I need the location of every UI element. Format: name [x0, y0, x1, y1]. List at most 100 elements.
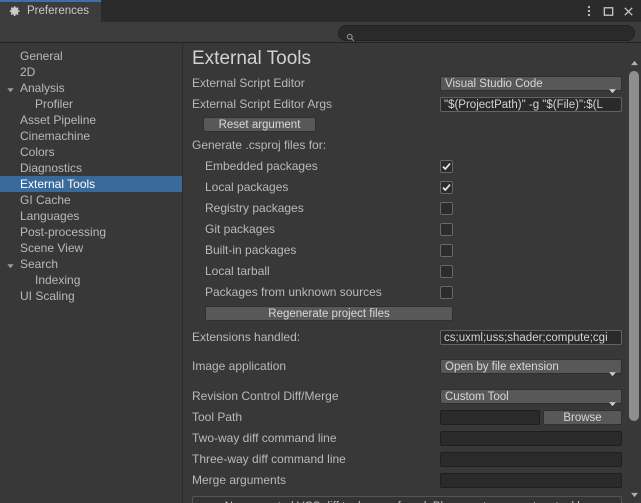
sidebar-item-ui-scaling[interactable]: UI Scaling: [0, 288, 182, 304]
sidebar-item-label: Colors: [20, 145, 55, 159]
more-options-icon[interactable]: [580, 1, 597, 21]
unknown-sources-label: Packages from unknown sources: [205, 285, 382, 299]
page-title: External Tools: [192, 48, 311, 69]
merge-arguments-label: Merge arguments: [192, 473, 287, 487]
git-packages-checkbox[interactable]: [440, 223, 453, 236]
scroll-up-arrow-icon[interactable]: [627, 57, 641, 69]
sidebar-item-general[interactable]: General: [0, 48, 182, 64]
sidebar-item-external-tools[interactable]: External Tools: [0, 176, 182, 192]
builtin-packages-label: Built-in packages: [205, 243, 297, 257]
checkrow-registry-packages: Registry packages: [184, 201, 622, 216]
revision-control-dropdown[interactable]: Custom Tool: [440, 389, 622, 404]
row-two-way-diff: Two-way diff command line: [184, 431, 622, 446]
sidebar-item-asset-pipeline[interactable]: Asset Pipeline: [0, 112, 182, 128]
checkrow-unknown-sources: Packages from unknown sources: [184, 285, 622, 300]
local-packages-checkbox[interactable]: [440, 181, 453, 194]
three-way-diff-label: Three-way diff command line: [192, 452, 346, 466]
sidebar-item-search[interactable]: Search: [0, 256, 182, 272]
local-tarball-checkbox[interactable]: [440, 265, 453, 278]
revision-control-label: Revision Control Diff/Merge: [192, 389, 339, 403]
row-regenerate: Regenerate project files: [184, 306, 622, 321]
sidebar: General 2D Analysis Profiler Asset Pipel…: [0, 43, 183, 503]
search-input[interactable]: [359, 26, 627, 40]
tab-label: Preferences: [27, 5, 90, 17]
merge-arguments-field[interactable]: [440, 473, 622, 488]
external-script-editor-args-field[interactable]: "$(ProjectPath)" -g "$(File)":$(L: [440, 97, 622, 112]
image-application-field[interactable]: Open by file extension: [440, 359, 622, 376]
sidebar-item-label: Post-processing: [20, 225, 107, 239]
unknown-sources-checkbox[interactable]: [440, 286, 453, 299]
builtin-packages-checkbox[interactable]: [440, 244, 453, 257]
sidebar-item-label: Analysis: [20, 81, 65, 95]
checkrow-local-tarball: Local tarball: [184, 264, 622, 279]
two-way-diff-field[interactable]: [440, 431, 622, 446]
maximize-icon[interactable]: [600, 1, 617, 21]
image-application-label: Image application: [192, 359, 287, 373]
embedded-packages-checkbox[interactable]: [440, 160, 453, 173]
image-application-dropdown[interactable]: Open by file extension: [440, 359, 622, 374]
row-revision-control: Revision Control Diff/Merge Custom Tool: [184, 389, 622, 406]
row-three-way-diff: Three-way diff command line: [184, 452, 622, 467]
sidebar-item-label: Languages: [20, 209, 80, 223]
tool-path-input[interactable]: [440, 410, 540, 425]
sidebar-item-analysis[interactable]: Analysis: [0, 80, 182, 96]
sidebar-item-label: 2D: [20, 65, 36, 79]
search-box[interactable]: [338, 25, 635, 41]
sidebar-item-diagnostics[interactable]: Diagnostics: [0, 160, 182, 176]
row-warning: No supported VCS diff tools were found. …: [184, 496, 622, 503]
tool-path-field[interactable]: [440, 410, 540, 425]
registry-packages-checkbox[interactable]: [440, 202, 453, 215]
chevron-down-icon[interactable]: [6, 260, 15, 269]
two-way-diff-input[interactable]: [440, 431, 622, 446]
row-merge-arguments: Merge arguments: [184, 473, 622, 488]
three-way-diff-input[interactable]: [440, 452, 622, 467]
row-external-script-editor-args: External Script Editor Args "$(ProjectPa…: [184, 97, 622, 112]
chevron-down-icon[interactable]: [6, 84, 15, 93]
main-scrollbar[interactable]: [627, 43, 641, 503]
sidebar-item-profiler[interactable]: Profiler: [0, 96, 182, 112]
checkrow-embedded-packages: Embedded packages: [184, 159, 622, 174]
row-external-script-editor: External Script Editor Visual Studio Cod…: [184, 76, 622, 93]
search-icon: [346, 29, 355, 41]
sidebar-item-label: Asset Pipeline: [20, 113, 97, 127]
sidebar-item-indexing[interactable]: Indexing: [0, 272, 182, 288]
external-script-editor-args-label: External Script Editor Args: [192, 97, 333, 111]
sidebar-item-label: Search: [20, 257, 59, 271]
sidebar-item-2d[interactable]: 2D: [0, 64, 182, 80]
scrollbar-track[interactable]: [629, 71, 639, 471]
external-script-editor-field[interactable]: Visual Studio Code: [440, 76, 622, 93]
extensions-handled-value: cs;uxml;uss;shader;compute;cgi: [444, 331, 608, 344]
sidebar-item-cinemachine[interactable]: Cinemachine: [0, 128, 182, 144]
extensions-handled-input[interactable]: cs;uxml;uss;shader;compute;cgi: [440, 330, 622, 345]
merge-arguments-input[interactable]: [440, 473, 622, 488]
scrollbar-thumb[interactable]: [629, 71, 639, 421]
row-tool-path: Tool Path Browse: [184, 410, 622, 425]
external-script-editor-dropdown[interactable]: Visual Studio Code: [440, 76, 622, 91]
sidebar-item-scene-view[interactable]: Scene View: [0, 240, 182, 256]
sidebar-item-gi-cache[interactable]: GI Cache: [0, 192, 182, 208]
scroll-down-arrow-icon[interactable]: [627, 489, 641, 501]
main-panel: External Tools External Script Editor Vi…: [184, 43, 641, 503]
checkrow-builtin-packages: Built-in packages: [184, 243, 622, 258]
browse-button[interactable]: Browse: [543, 410, 622, 425]
three-way-diff-field[interactable]: [440, 452, 622, 467]
sidebar-item-languages[interactable]: Languages: [0, 208, 182, 224]
sidebar-item-colors[interactable]: Colors: [0, 144, 182, 160]
git-packages-label: Git packages: [205, 222, 276, 236]
external-script-editor-args-input[interactable]: "$(ProjectPath)" -g "$(File)":$(L: [440, 97, 622, 112]
sidebar-item-label: Diagnostics: [20, 161, 83, 175]
tab-preferences[interactable]: Preferences: [0, 0, 102, 22]
external-script-editor-value: Visual Studio Code: [445, 77, 543, 90]
row-image-application: Image application Open by file extension: [184, 359, 622, 376]
vcs-warning-message: No supported VCS diff tools were found. …: [192, 496, 622, 503]
local-packages-label: Local packages: [205, 180, 289, 194]
reset-argument-button[interactable]: Reset argument: [203, 117, 316, 132]
settings-content: External Script Editor Visual Studio Cod…: [184, 76, 622, 503]
sidebar-item-post-processing[interactable]: Post-processing: [0, 224, 182, 240]
close-icon[interactable]: [620, 1, 637, 21]
chevron-down-icon: [608, 394, 617, 406]
revision-control-field[interactable]: Custom Tool: [440, 389, 622, 406]
image-application-value: Open by file extension: [445, 360, 559, 373]
regenerate-project-files-button[interactable]: Regenerate project files: [205, 306, 453, 321]
extensions-handled-field[interactable]: cs;uxml;uss;shader;compute;cgi: [440, 330, 622, 345]
